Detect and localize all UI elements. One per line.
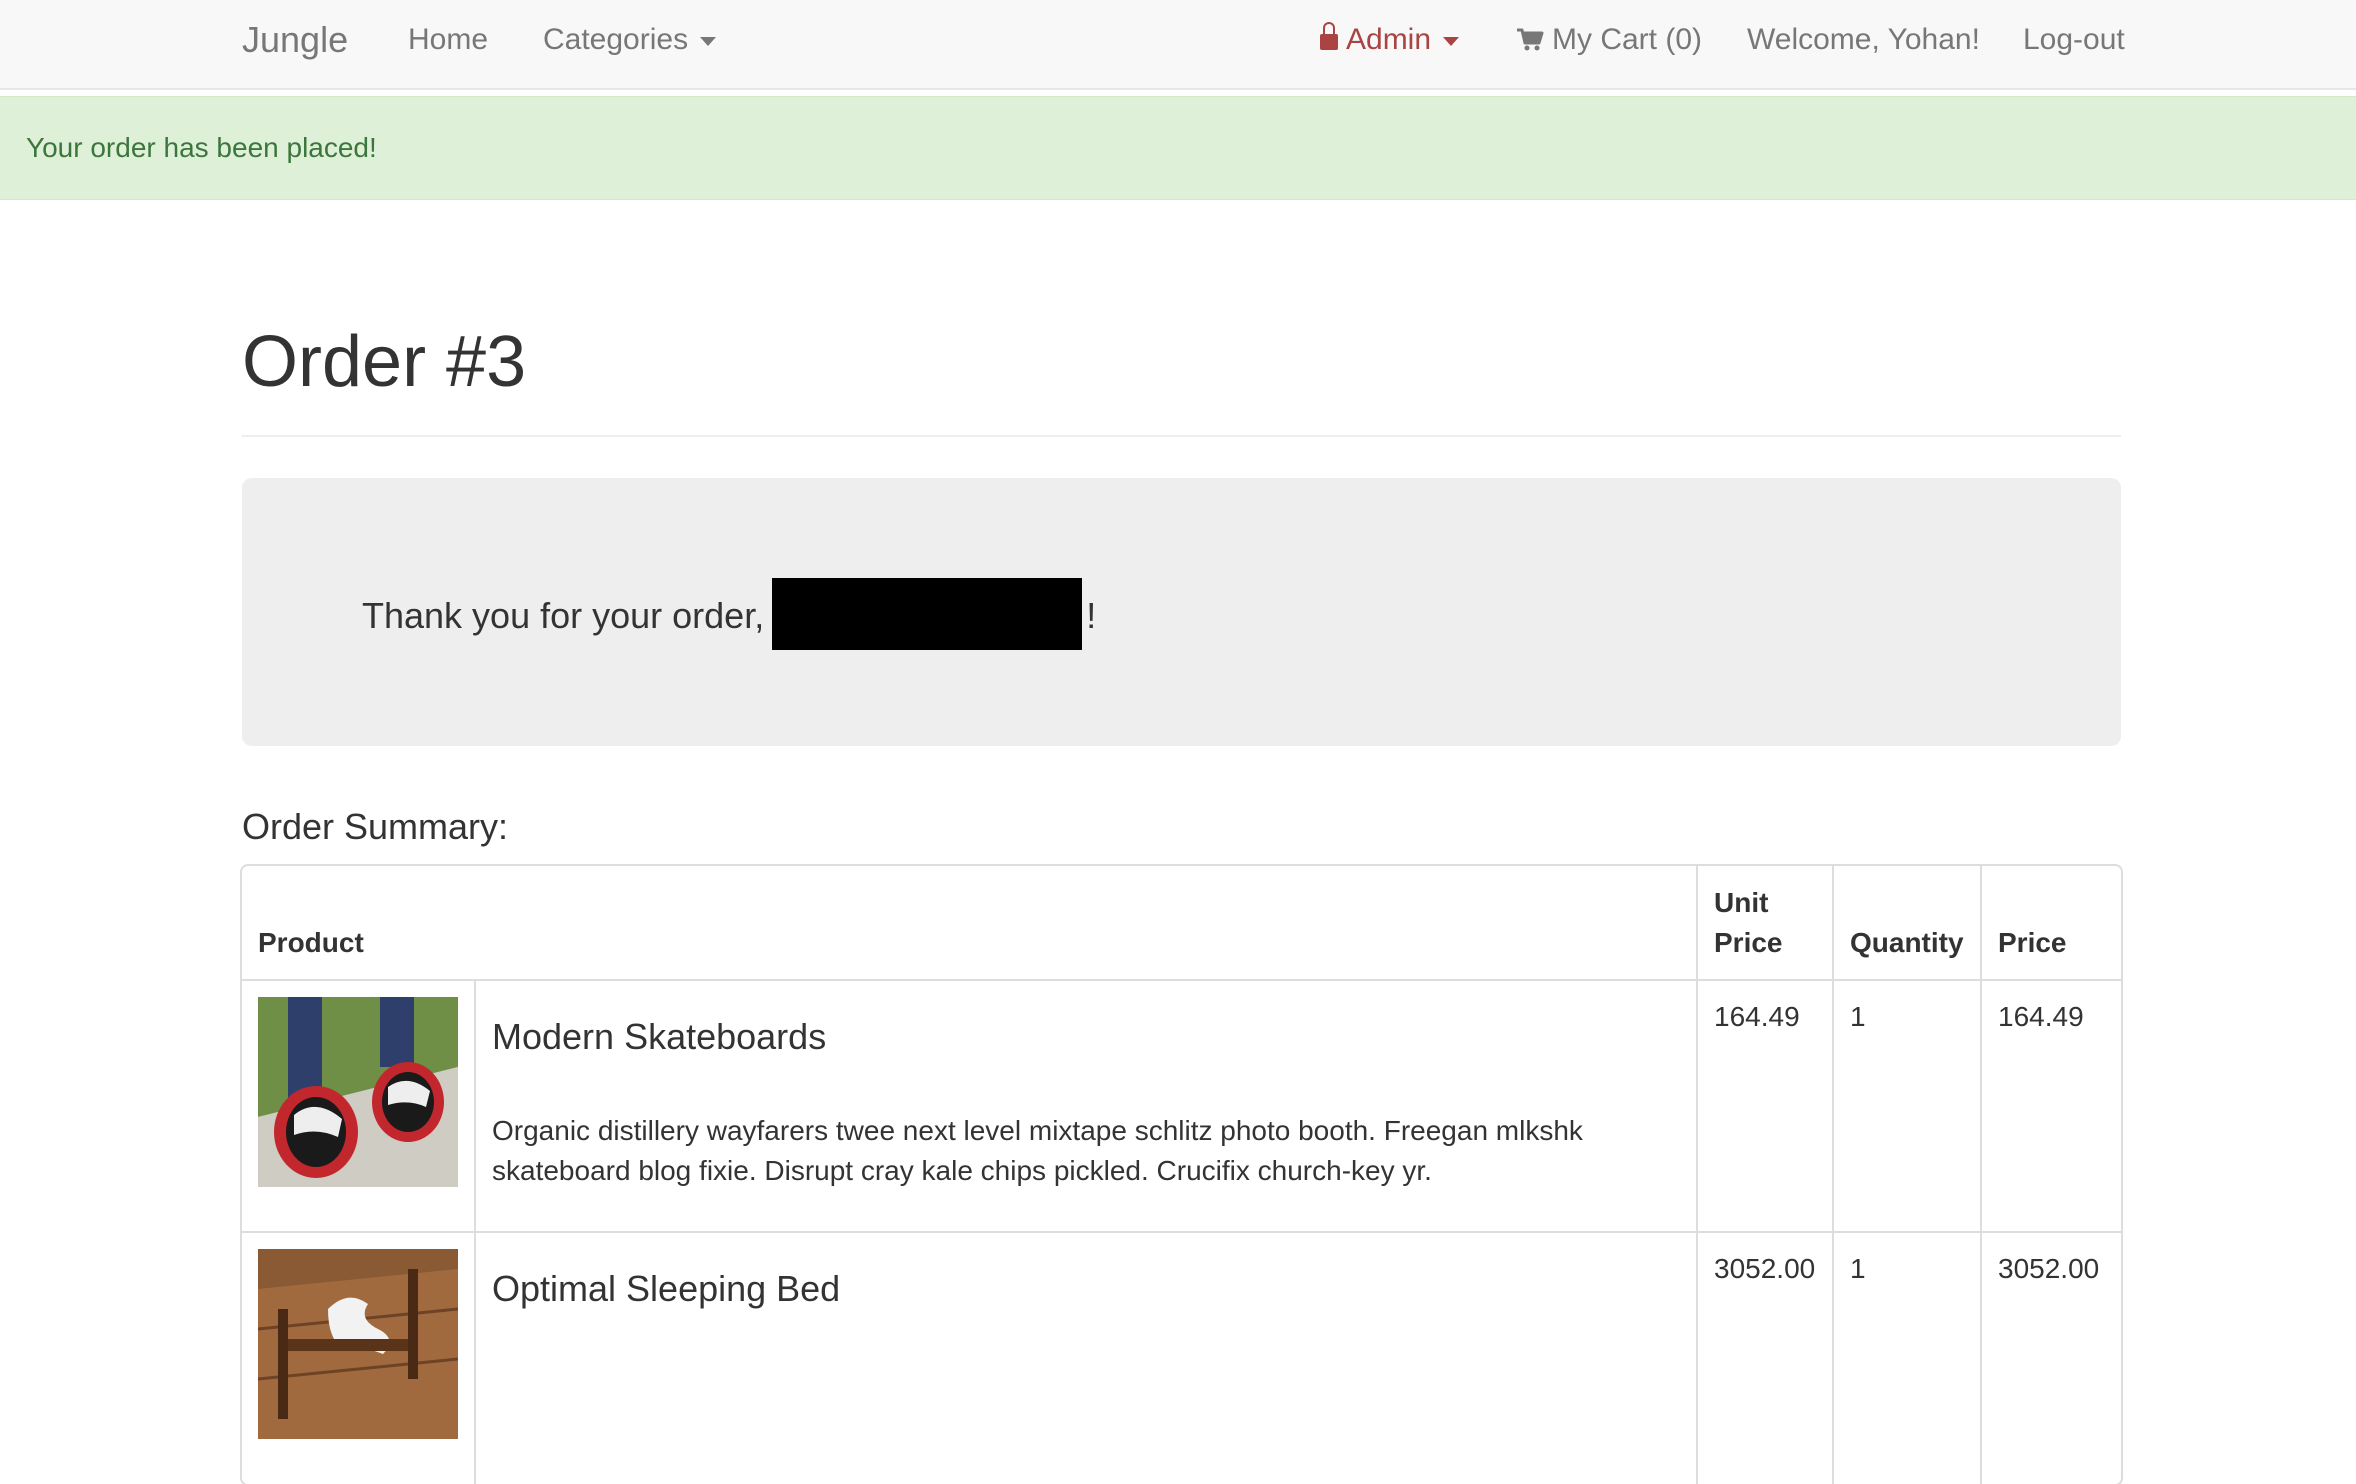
nav-cart-link[interactable]: My Cart (0) xyxy=(1516,0,1702,80)
nav-admin-label: Admin xyxy=(1346,23,1432,56)
table-row: Optimal Sleeping Bed 3052.00 1 3052.00 xyxy=(241,1231,2122,1484)
product-image-cell xyxy=(241,1231,476,1484)
product-image-skateboards xyxy=(258,997,458,1187)
order-summary-heading: Order Summary: xyxy=(242,806,509,847)
column-header-quantity: Quantity xyxy=(1832,865,1982,981)
price-cell: 164.49 xyxy=(1980,979,2122,1233)
nav-admin-dropdown[interactable]: Admin xyxy=(1320,0,1460,80)
page-title: Order #3 xyxy=(242,322,527,402)
thank-you-message: Thank you for your order,! xyxy=(362,578,1096,650)
welcome-text: Welcome, Yohan! xyxy=(1747,23,1980,56)
product-info-cell: Optimal Sleeping Bed xyxy=(474,1231,1698,1484)
product-image-sleeping-bed xyxy=(257,1249,459,1439)
alert-message: Your order has been placed! xyxy=(26,132,377,163)
thank-you-suffix: ! xyxy=(1086,595,1097,636)
product-image-cell xyxy=(241,979,476,1233)
product-name: Optimal Sleeping Bed xyxy=(492,1268,841,1309)
product-info-cell: Modern Skateboards Organic distillery wa… xyxy=(474,979,1698,1233)
thank-you-panel: Thank you for your order,! xyxy=(242,478,2121,746)
unit-price-cell: 164.49 xyxy=(1696,979,1834,1233)
success-alert: Your order has been placed! xyxy=(0,96,2356,200)
redacted-name xyxy=(772,578,1083,650)
top-navbar: Jungle Home Categories Admin My Cart (0)… xyxy=(0,0,2356,90)
nav-categories-dropdown[interactable]: Categories xyxy=(543,0,717,80)
nav-home-link[interactable]: Home xyxy=(408,0,488,80)
product-description: Organic distillery wayfarers twee next l… xyxy=(492,1115,1583,1186)
quantity-cell: 1 xyxy=(1832,1231,1982,1484)
nav-cart-label: My Cart (0) xyxy=(1552,23,1702,56)
column-header-product: Product xyxy=(241,865,1698,981)
thank-you-prefix: Thank you for your order, xyxy=(362,595,765,636)
caret-down-icon xyxy=(700,36,717,46)
order-summary-table: Product Unit Price Quantity Price Modern… xyxy=(241,865,2122,1484)
quantity-cell: 1 xyxy=(1832,979,1982,1233)
title-divider xyxy=(242,435,2121,437)
nav-logout-link[interactable]: Log-out xyxy=(2023,0,2125,80)
table-row: Modern Skateboards Organic distillery wa… xyxy=(241,979,2122,1233)
product-name: Modern Skateboards xyxy=(492,1016,827,1057)
nav-categories-label: Categories xyxy=(543,23,689,56)
lock-icon xyxy=(1320,22,1338,50)
column-header-unit-price: Unit Price xyxy=(1696,865,1834,981)
unit-price-cell: 3052.00 xyxy=(1696,1231,1834,1484)
shopping-cart-icon xyxy=(1517,28,1544,51)
column-header-price: Price xyxy=(1980,865,2122,981)
brand-link[interactable]: Jungle xyxy=(242,0,348,80)
price-cell: 3052.00 xyxy=(1980,1231,2122,1484)
caret-down-icon xyxy=(1443,36,1460,46)
table-header-row: Product Unit Price Quantity Price xyxy=(241,865,2122,981)
